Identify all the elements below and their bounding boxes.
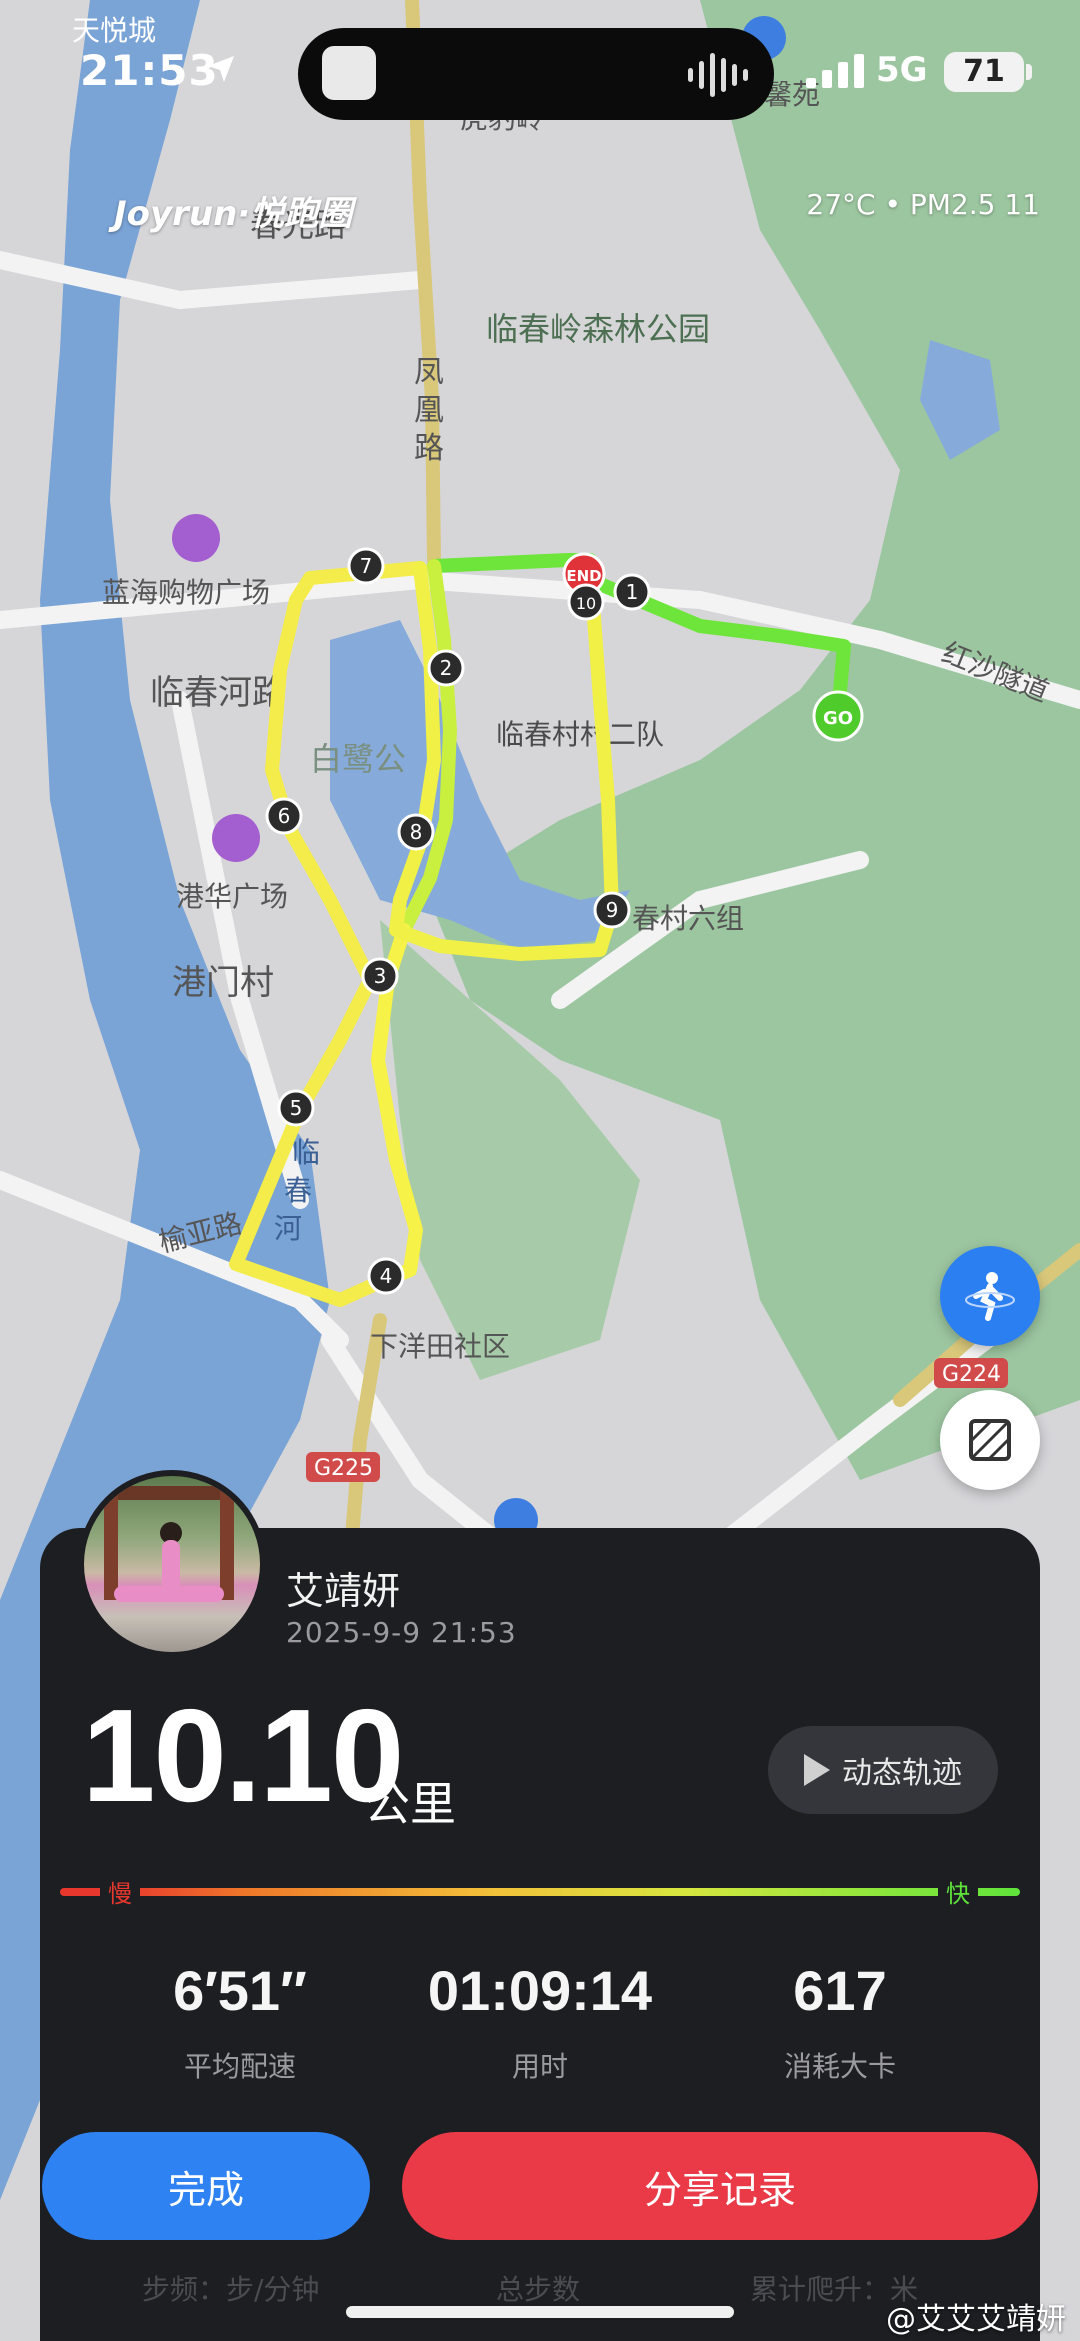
replay-track-button[interactable]: 动态轨迹 — [768, 1726, 998, 1814]
map-layer-button[interactable] — [940, 1390, 1040, 1490]
svg-text:G224: G224 — [942, 1362, 1001, 1387]
battery-level: 71 — [944, 52, 1024, 92]
now-playing-thumbnail — [322, 46, 376, 100]
play-icon — [804, 1754, 830, 1786]
map-label: 下洋田社区 — [370, 1330, 510, 1363]
total-steps-label: 总步数 — [496, 2273, 581, 2306]
brand-logo: Joyrun·悦跑圈 — [114, 194, 353, 234]
location-arrow-icon — [208, 56, 234, 82]
stat-label: 平均配速 — [183, 2050, 296, 2083]
km-marker: 9 — [593, 891, 631, 929]
svg-text:临: 临 — [292, 1136, 320, 1169]
svg-text:9: 9 — [606, 898, 619, 922]
km-marker: 8 — [397, 813, 435, 851]
map-label: 港华广场 — [176, 880, 288, 913]
stat-calories: 617 消耗大卡 — [690, 1958, 990, 2085]
svg-text:路: 路 — [414, 431, 444, 466]
map-label: 临春河路 — [150, 673, 286, 713]
km-marker: 7 — [347, 547, 385, 585]
runner-icon — [965, 1272, 1015, 1321]
map-label: 港门村 — [172, 963, 274, 1003]
svg-text:GO: GO — [823, 708, 853, 729]
km-marker: 1 — [613, 573, 651, 611]
map-label: 临春岭森林公园 — [486, 310, 710, 348]
stat-duration: 01:09:14 用时 — [390, 1958, 690, 2085]
weibo-watermark: @艾艾艾靖妍 — [886, 2302, 1066, 2337]
km-marker: 6 — [265, 797, 303, 835]
map-label: 春村六组 — [632, 902, 744, 935]
battery-icon — [1026, 64, 1032, 80]
map-toggle-icon — [969, 1419, 1011, 1461]
road-label-fenghuang: 凤凰路 — [414, 355, 444, 466]
svg-text:END: END — [566, 567, 601, 585]
stat-value: 01:09:14 — [427, 1959, 653, 2022]
svg-text:凰: 凰 — [414, 393, 444, 428]
dynamic-island[interactable] — [298, 28, 774, 120]
svg-text:3: 3 — [374, 964, 387, 988]
map-label: 临春村村二队 — [496, 718, 664, 751]
cellular-signal-icon — [806, 54, 864, 88]
svg-text:6: 6 — [278, 804, 291, 828]
distance-unit: 公里 — [364, 1777, 456, 1831]
km-marker: 5 — [277, 1089, 315, 1127]
svg-text:G225: G225 — [314, 1456, 373, 1481]
pace-fast-label: 快 — [938, 1874, 978, 1909]
svg-text:4: 4 — [380, 1264, 393, 1288]
stat-label: 消耗大卡 — [783, 2050, 896, 2083]
stat-value: 617 — [793, 1959, 887, 2022]
map-label: 白鹭公 — [310, 740, 406, 778]
pace-gradient-bar — [60, 1886, 1020, 1898]
network-type: 5G — [876, 50, 928, 90]
username: 艾靖妍 — [286, 1569, 401, 1613]
home-indicator[interactable] — [346, 2306, 734, 2318]
svg-text:1: 1 — [626, 580, 639, 604]
svg-text:2: 2 — [440, 656, 453, 680]
start-marker: GO — [812, 690, 864, 742]
pace-slow-label: 慢 — [100, 1874, 140, 1909]
km-marker: 2 — [427, 649, 465, 687]
runner-mode-button[interactable] — [940, 1246, 1040, 1346]
share-record-button[interactable]: 分享记录 — [402, 2132, 1038, 2240]
run-datetime: 2025-9-9 21:53 — [286, 1616, 517, 1649]
audio-waveform-icon — [688, 50, 748, 100]
avatar[interactable] — [78, 1470, 266, 1658]
km-marker: 10 — [567, 583, 605, 621]
replay-track-label: 动态轨迹 — [842, 1756, 962, 1791]
svg-text:5: 5 — [290, 1096, 303, 1120]
cadence-label: 步频：步/分钟 — [142, 2273, 320, 2306]
svg-text:河: 河 — [274, 1212, 302, 1245]
stat-avg-pace: 6′51″ 平均配速 — [90, 1958, 390, 2085]
distance-value: 10.10 — [82, 1682, 404, 1829]
svg-text:10: 10 — [576, 594, 596, 613]
svg-text:8: 8 — [410, 820, 423, 844]
svg-text:7: 7 — [360, 554, 373, 578]
map-label: 蓝海购物广场 — [102, 576, 270, 609]
stat-value: 6′51″ — [173, 1959, 307, 2022]
weather-info: 27°C • PM2.5 11 — [806, 188, 1040, 221]
svg-text:凤: 凤 — [414, 355, 444, 390]
stat-label: 用时 — [511, 2050, 568, 2083]
km-marker: 3 — [361, 957, 399, 995]
status-time: 21:53 — [80, 46, 219, 95]
status-bar: 21:53 5G 71 — [0, 0, 1080, 140]
done-button[interactable]: 完成 — [42, 2132, 370, 2240]
km-marker: 4 — [367, 1257, 405, 1295]
svg-text:春: 春 — [284, 1174, 312, 1207]
